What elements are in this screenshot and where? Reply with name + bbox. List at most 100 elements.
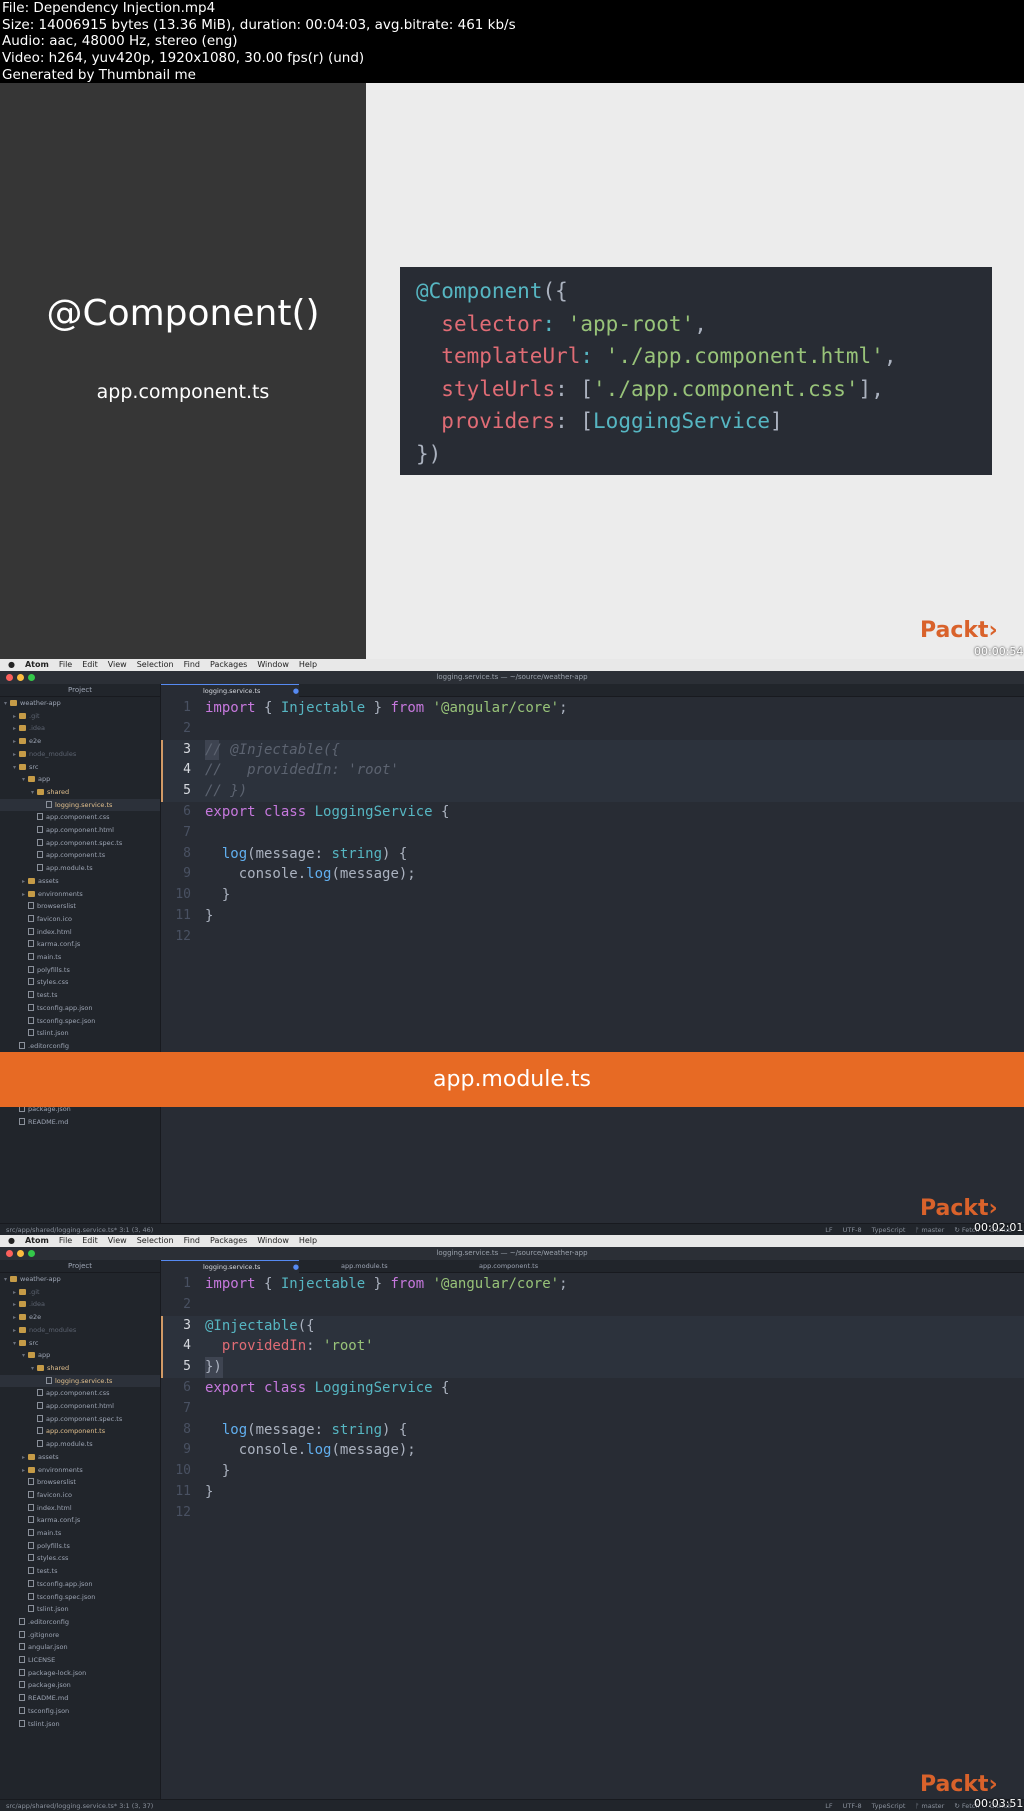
tree-item[interactable]: browserslist (22, 900, 76, 912)
tree-item[interactable]: ▸ .idea (13, 1298, 45, 1310)
close-window-icon[interactable] (6, 674, 13, 681)
menu-packages[interactable]: Packages (210, 659, 247, 671)
tree-item[interactable]: ▾ weather-app (4, 1273, 61, 1285)
minimize-window-icon[interactable] (17, 1250, 24, 1257)
menu-selection[interactable]: Selection (137, 659, 174, 671)
tree-item[interactable]: index.html (22, 1502, 72, 1514)
tree-item[interactable]: test.ts (22, 989, 57, 1001)
menu-file[interactable]: File (59, 1235, 72, 1247)
tree-item[interactable]: ▸ e2e (13, 735, 41, 747)
menu-window[interactable]: Window (257, 659, 289, 671)
tree-item[interactable]: README.md (13, 1692, 68, 1704)
tree-item[interactable]: tsconfig.json (13, 1705, 69, 1717)
cursor-position[interactable]: src/app/shared/logging.service.ts* 3:1 (… (6, 1800, 153, 1811)
tab-app-module[interactable]: app.module.ts (299, 1260, 437, 1273)
tree-item[interactable]: app.component.ts (31, 1425, 105, 1437)
tree-item[interactable]: test.ts (22, 1565, 57, 1577)
tree-item[interactable]: app.component.html (31, 824, 114, 836)
encoding[interactable]: UTF-8 (843, 1224, 862, 1235)
tree-item[interactable]: logging.service.ts (40, 1375, 112, 1387)
tree-item[interactable]: logging.service.ts (40, 799, 112, 811)
tree-item[interactable]: ▾ app (22, 773, 50, 785)
tree-item[interactable]: ▸ node_modules (13, 748, 76, 760)
git-branch[interactable]: ᚠ master (915, 1800, 944, 1811)
tree-item[interactable]: angular.json (13, 1641, 68, 1653)
grammar[interactable]: TypeScript (872, 1800, 906, 1811)
tree-item[interactable]: app.module.ts (31, 862, 93, 874)
cursor-position[interactable]: src/app/shared/logging.service.ts* 3:1 (… (6, 1224, 153, 1235)
tree-item[interactable]: polyfills.ts (22, 1540, 70, 1552)
maximize-window-icon[interactable] (28, 674, 35, 681)
menu-atom[interactable]: Atom (25, 1235, 49, 1247)
git-branch[interactable]: ᚠ master (915, 1224, 944, 1235)
tree-item[interactable]: ▸ .git (13, 1286, 40, 1298)
menu-window[interactable]: Window (257, 1235, 289, 1247)
tree-item[interactable]: ▸ assets (22, 1451, 59, 1463)
line-ending[interactable]: LF (825, 1224, 832, 1235)
tree-item[interactable]: app.module.ts (31, 1438, 93, 1450)
tab-app-component[interactable]: app.component.ts (437, 1260, 575, 1273)
tree-item[interactable]: tslint.json (22, 1603, 69, 1615)
tab-logging-service[interactable]: logging.service.ts ● (161, 684, 299, 697)
tree-item[interactable]: index.html (22, 926, 72, 938)
menu-atom[interactable]: Atom (25, 659, 49, 671)
tree-item[interactable]: tsconfig.spec.json (22, 1591, 95, 1603)
tree-item[interactable]: ▸ environments (22, 1464, 83, 1476)
tree-item[interactable]: .gitignore (13, 1629, 59, 1641)
tree-item[interactable]: tslint.json (13, 1718, 60, 1730)
encoding[interactable]: UTF-8 (843, 1800, 862, 1811)
tree-item[interactable]: app.component.css (31, 811, 110, 823)
tree-item[interactable]: tsconfig.app.json (22, 1002, 92, 1014)
tree-item[interactable]: app.component.spec.ts (31, 1413, 122, 1425)
menu-packages[interactable]: Packages (210, 1235, 247, 1247)
tree-item[interactable]: browserslist (22, 1476, 76, 1488)
menu-file[interactable]: File (59, 659, 72, 671)
tree-item[interactable]: tsconfig.app.json (22, 1578, 92, 1590)
line-ending[interactable]: LF (825, 1800, 832, 1811)
tree-item[interactable]: ▸ environments (22, 888, 83, 900)
menu-edit[interactable]: Edit (82, 659, 98, 671)
close-window-icon[interactable] (6, 1250, 13, 1257)
tree-item[interactable]: app.component.css (31, 1387, 110, 1399)
menu-view[interactable]: View (108, 659, 127, 671)
code-editor[interactable]: 1 2 3 4 5 6 7 8 9 10 11 12 import { Injectable } fro… (161, 697, 1024, 1223)
tree-item[interactable]: ▸ e2e (13, 1311, 41, 1323)
menu-find[interactable]: Find (184, 1235, 200, 1247)
tree-item[interactable]: ▾ src (13, 1337, 39, 1349)
tree-item[interactable]: app.component.ts (31, 849, 105, 861)
menu-help[interactable]: Help (299, 1235, 317, 1247)
tree-item[interactable]: tsconfig.spec.json (22, 1015, 95, 1027)
tree-item[interactable]: ▾ src (13, 761, 39, 773)
tree-item[interactable]: README.md (13, 1116, 68, 1128)
tree-item[interactable]: ▾ shared (31, 1362, 69, 1374)
tree-item[interactable]: LICENSE (13, 1654, 55, 1666)
code-editor[interactable]: 1 2 3 4 5 6 7 8 9 10 11 12 import { Injectable } fro… (161, 1273, 1024, 1799)
minimize-window-icon[interactable] (17, 674, 24, 681)
tree-item[interactable]: ▾ shared (31, 786, 69, 798)
tree-item[interactable]: .editorconfig (13, 1616, 69, 1628)
apple-icon[interactable]: ● (8, 659, 15, 671)
tree-item[interactable]: karma.conf.js (22, 938, 80, 950)
menu-view[interactable]: View (108, 1235, 127, 1247)
menu-edit[interactable]: Edit (82, 1235, 98, 1247)
tree-item[interactable]: package.json (13, 1679, 71, 1691)
tree-item[interactable]: .editorconfig (13, 1040, 69, 1052)
maximize-window-icon[interactable] (28, 1250, 35, 1257)
tree-item[interactable]: ▸ .idea (13, 722, 45, 734)
tree-item[interactable]: ▸ node_modules (13, 1324, 76, 1336)
tree-item[interactable]: ▸ assets (22, 875, 59, 887)
tree-item[interactable]: karma.conf.js (22, 1514, 80, 1526)
tab-logging-service[interactable]: logging.service.ts ● (161, 1260, 299, 1273)
menu-selection[interactable]: Selection (137, 1235, 174, 1247)
tree-item[interactable]: app.component.html (31, 1400, 114, 1412)
menu-help[interactable]: Help (299, 659, 317, 671)
tree-item[interactable]: main.ts (22, 1527, 61, 1539)
grammar[interactable]: TypeScript (872, 1224, 906, 1235)
apple-icon[interactable]: ● (8, 1235, 15, 1247)
tree-item[interactable]: styles.css (22, 1552, 68, 1564)
tree-item[interactable]: favicon.ico (22, 1489, 72, 1501)
tree-item[interactable]: styles.css (22, 976, 68, 988)
tree-item[interactable]: main.ts (22, 951, 61, 963)
tree-item[interactable]: ▸ .git (13, 710, 40, 722)
tree-item[interactable]: polyfills.ts (22, 964, 70, 976)
